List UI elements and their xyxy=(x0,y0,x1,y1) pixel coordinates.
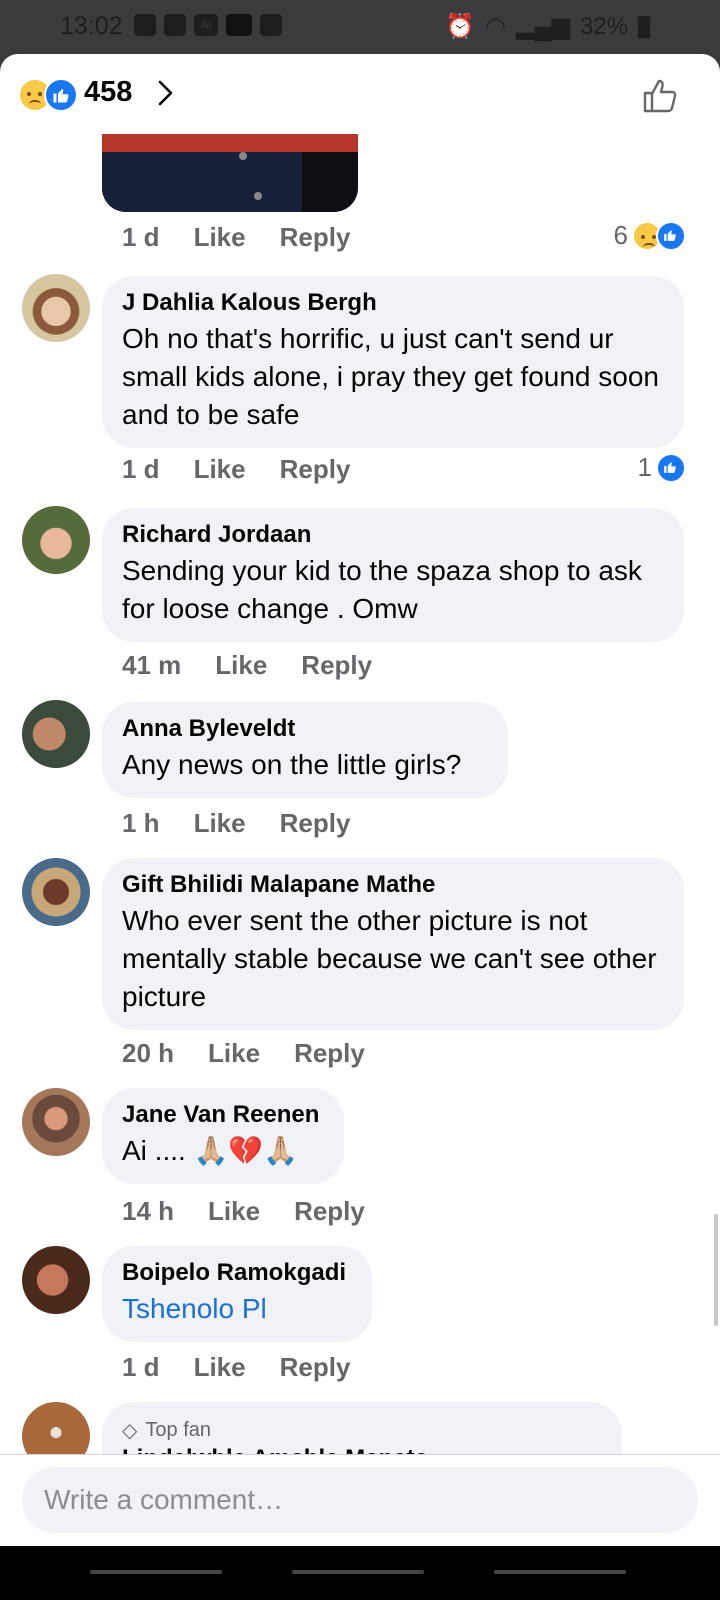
system-icons: ⏰ ◠ ▂▄▆ 32% xyxy=(445,12,650,41)
comment-reactions[interactable]: 6 xyxy=(614,220,686,251)
comment-bubble: J Dahlia Kalous Bergh Oh no that's horri… xyxy=(102,276,684,448)
comment-text: Any news on the little girls? xyxy=(122,749,462,780)
comment-time[interactable]: 14 h xyxy=(122,1196,174,1227)
comment-reaction-count: 6 xyxy=(613,220,628,250)
nav-home-button[interactable] xyxy=(292,1570,424,1574)
comment-actions: 20 h Like Reply xyxy=(122,1038,399,1069)
reply-link[interactable]: Reply xyxy=(280,1352,351,1383)
comment-time[interactable]: 20 h xyxy=(122,1038,174,1069)
like-reaction-icon xyxy=(656,452,686,483)
reply-link[interactable]: Reply xyxy=(294,1196,365,1227)
comment-author[interactable]: Boipelo Ramokgadi xyxy=(122,1258,352,1288)
comment-bubble: Boipelo Ramokgadi Tshenolo Pl xyxy=(102,1246,372,1342)
comment-actions: 14 h Like Reply xyxy=(122,1196,399,1227)
app-notification-icon xyxy=(164,14,186,36)
comment-text: Ai .... 🙏🏼💔🙏🏼 xyxy=(122,1135,299,1166)
image-dark-area xyxy=(102,152,302,212)
like-link[interactable]: Like xyxy=(194,1352,246,1383)
comment-author[interactable]: Gift Bhilidi Malapane Mathe xyxy=(122,870,664,900)
reply-link[interactable]: Reply xyxy=(280,808,351,839)
nav-recent-button[interactable] xyxy=(90,1570,222,1574)
nav-back-button[interactable] xyxy=(494,1570,626,1574)
avatar[interactable] xyxy=(22,274,90,342)
comment-time[interactable]: 41 m xyxy=(122,650,181,681)
comment-reaction-count: 1 xyxy=(637,452,652,482)
comment-author[interactable]: Lindelwhle Amahle Manete xyxy=(122,1444,428,1454)
reaction-count[interactable]: 458 xyxy=(84,76,132,109)
comment-author[interactable]: J Dahlia Kalous Bergh xyxy=(122,288,664,318)
comment-bubble: Gift Bhilidi Malapane Mathe Who ever sen… xyxy=(102,858,684,1030)
like-link[interactable]: Like xyxy=(215,650,267,681)
comment-text: Oh no that's horrific, u just can't send… xyxy=(122,323,659,430)
signal-icon: ▂▄▆ xyxy=(516,13,570,40)
like-reaction-icon xyxy=(656,220,686,251)
comment-bubble: Anna Byleveldt Any news on the little gi… xyxy=(102,702,508,798)
comment-actions: 1 d Like Reply xyxy=(122,454,384,485)
comment-time[interactable]: 1 d xyxy=(122,1352,160,1383)
avatar[interactable] xyxy=(22,1246,90,1314)
like-link[interactable]: Like xyxy=(208,1196,260,1227)
tv-notification-icon xyxy=(226,14,252,36)
reply-link[interactable]: Reply xyxy=(280,454,351,485)
avatar[interactable] xyxy=(22,1088,90,1156)
comment-actions: 41 m Like Reply xyxy=(122,650,406,681)
avatar[interactable] xyxy=(22,700,90,768)
reply-link[interactable]: Reply xyxy=(280,222,351,253)
like-link[interactable]: Like xyxy=(194,808,246,839)
notification-icons: Ai xyxy=(134,14,282,36)
top-fan-badge: ◇ Top fan xyxy=(122,1418,211,1443)
comment-bubble: Jane Van Reenen Ai .... 🙏🏼💔🙏🏼 xyxy=(102,1088,344,1184)
comment-bubble: Richard Jordaan Sending your kid to the … xyxy=(102,508,684,642)
comment-input[interactable]: Write a comment… xyxy=(22,1467,698,1533)
comment-image-attachment[interactable] xyxy=(102,134,358,212)
comment-time[interactable]: 1 h xyxy=(122,808,160,839)
chevron-right-icon[interactable] xyxy=(150,78,180,108)
like-link[interactable]: Like xyxy=(194,454,246,485)
avatar[interactable] xyxy=(22,858,90,926)
image-button-detail xyxy=(239,152,247,160)
alarm-icon: ⏰ xyxy=(445,13,476,40)
image-red-area xyxy=(102,134,358,152)
ai-notification-icon: Ai xyxy=(194,14,218,36)
reaction-icons xyxy=(18,78,78,112)
diamond-icon: ◇ xyxy=(122,1420,138,1442)
comment-time[interactable]: 1 d xyxy=(122,454,160,485)
like-reaction-icon xyxy=(44,78,78,112)
comment-author[interactable]: Anna Byleveldt xyxy=(122,714,488,744)
status-bar: 13:02 Ai ⏰ ◠ ▂▄▆ 32% xyxy=(0,0,720,54)
comment-time[interactable]: 1 d xyxy=(122,222,160,253)
download-notification-icon xyxy=(260,14,282,36)
status-time: 13:02 xyxy=(60,12,123,40)
reply-link[interactable]: Reply xyxy=(301,650,372,681)
avatar[interactable] xyxy=(22,506,90,574)
chat-notification-icon xyxy=(134,14,156,36)
battery-icon xyxy=(638,15,650,38)
comment-text: Who ever sent the other picture is not m… xyxy=(122,905,657,1012)
mentioned-user-link[interactable]: Tshenolo Pl xyxy=(122,1290,352,1328)
wifi-icon: ◠ xyxy=(485,13,507,40)
reactions-header[interactable]: 458 xyxy=(0,54,720,134)
comment-reactions[interactable]: 1 xyxy=(638,452,686,483)
comment-text: Sending your kid to the spaza shop to as… xyxy=(122,555,642,624)
battery-level: 32% xyxy=(579,12,628,40)
like-post-icon[interactable] xyxy=(640,76,680,116)
badge-label: Top fan xyxy=(145,1419,211,1441)
like-link[interactable]: Like xyxy=(194,222,246,253)
comment-author[interactable]: Richard Jordaan xyxy=(122,520,664,550)
reply-link[interactable]: Reply xyxy=(294,1038,365,1069)
comment-actions: 1 h Like Reply xyxy=(122,808,384,839)
comment-actions: 1 d Like Reply xyxy=(122,222,384,253)
comment-actions: 1 d Like Reply xyxy=(122,1352,384,1383)
comments-sheet: 458 1 d Like Reply 6 J Dahlia Kalous Ber… xyxy=(0,54,720,1600)
comment-author[interactable]: Jane Van Reenen xyxy=(122,1100,324,1130)
comment-author-clipped: Lindelwhle Amahle Manete xyxy=(122,1444,428,1454)
scrollbar[interactable] xyxy=(714,1214,718,1326)
system-nav-bar xyxy=(0,1546,720,1600)
image-button-detail xyxy=(254,192,262,200)
like-link[interactable]: Like xyxy=(208,1038,260,1069)
